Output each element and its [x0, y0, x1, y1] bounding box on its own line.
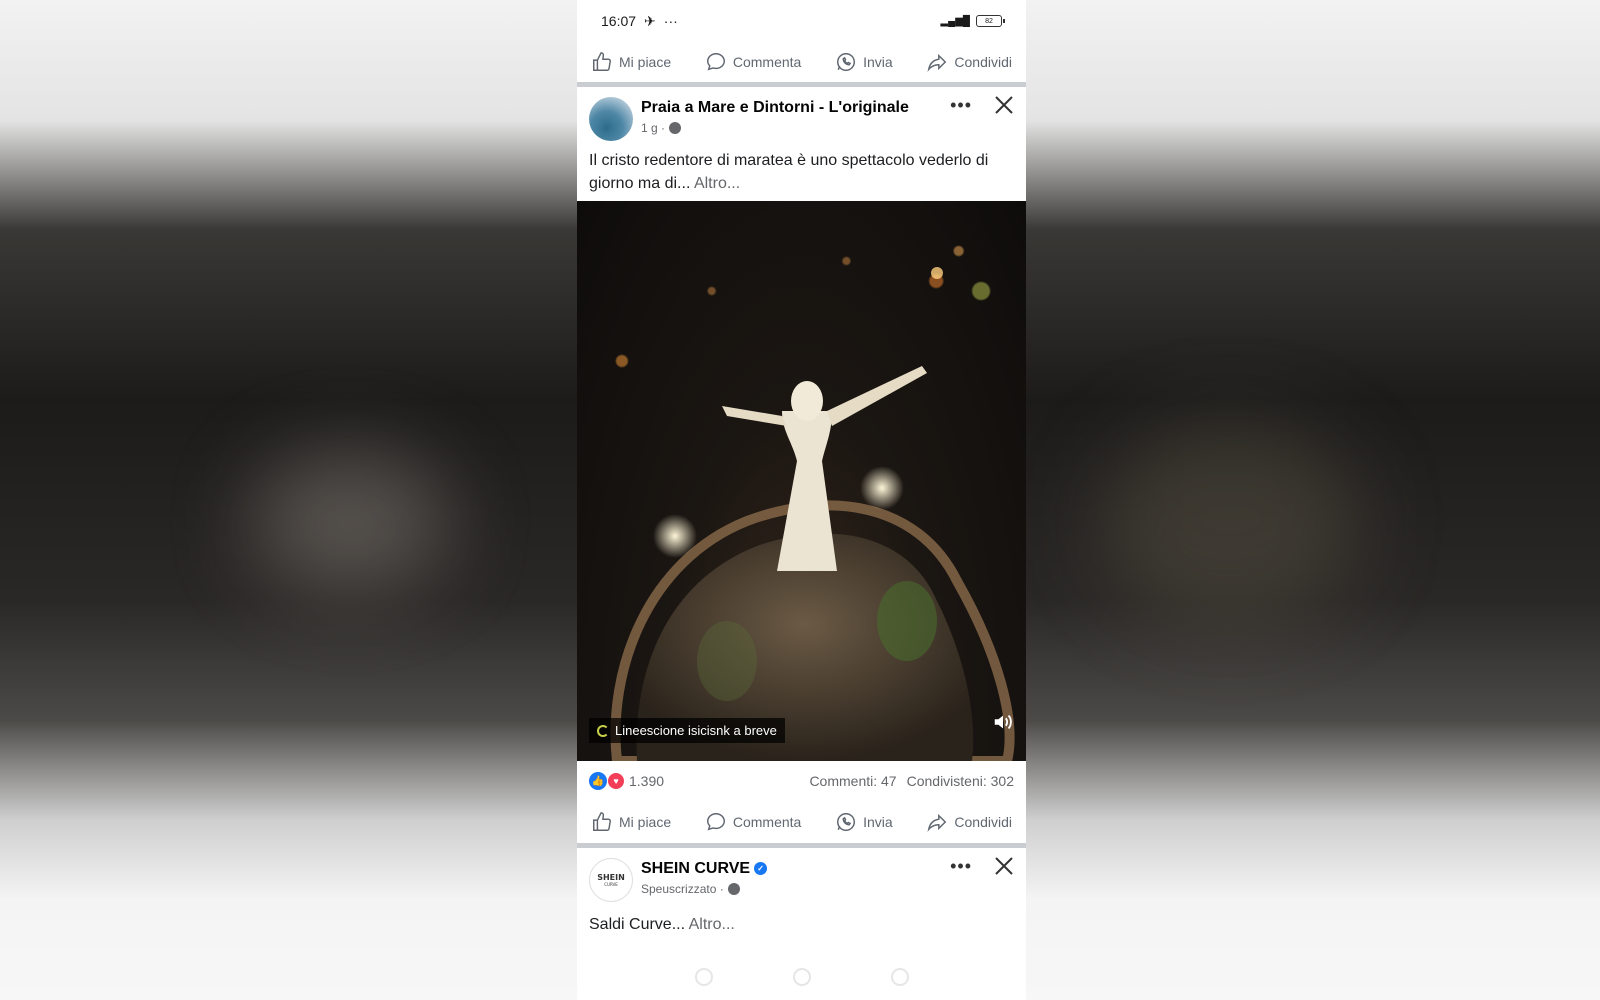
post-video[interactable]: Lineescione isicisnk a breve: [577, 201, 1026, 761]
globe-icon: [727, 883, 740, 895]
action-bar-bottom: Mi piace Commenta Invia Condividi: [577, 801, 1026, 843]
shein-avatar[interactable]: SHEIN CURVE: [589, 858, 633, 902]
comment-button[interactable]: Commenta: [705, 51, 801, 73]
post-text-body: Saldi Curve...: [589, 916, 686, 933]
send-button[interactable]: Invia: [835, 811, 893, 833]
send-label: Invia: [863, 814, 893, 830]
recents-icon[interactable]: [890, 968, 909, 986]
like-label: Mi piace: [619, 54, 672, 70]
share-button[interactable]: Condividi: [926, 51, 1012, 73]
more-dots-icon[interactable]: •••: [950, 96, 972, 114]
see-more-link[interactable]: Altro...: [689, 916, 735, 933]
send-button[interactable]: Invia: [835, 51, 893, 73]
comment-icon: [706, 53, 725, 71]
post-time[interactable]: 1 g ·: [641, 121, 665, 135]
system-nav-bar: [577, 968, 1026, 986]
like-icon: [593, 52, 611, 71]
post-text: Il cristo redentore di maratea è uno spe…: [577, 149, 1026, 201]
love-reaction-icon: ♥: [607, 772, 625, 790]
see-more-link[interactable]: Altro...: [694, 175, 740, 192]
back-icon[interactable]: [694, 968, 713, 986]
post-header: SHEIN CURVE SHEIN CURVE ✓ Speuscrizzato ·…: [577, 848, 1026, 908]
whatsapp-icon: [837, 813, 856, 831]
live-caption-chip: Lineescione isicisnk a breve: [589, 718, 785, 743]
like-reaction-icon: 👍: [589, 772, 607, 790]
verified-icon: ✓: [754, 862, 768, 876]
send-label: Invia: [863, 54, 893, 70]
post-header: Praia a Mare e Dintorni - L'originale 1 …: [577, 87, 1026, 149]
share-icon: [927, 813, 947, 832]
like-button[interactable]: Mi piace: [591, 811, 671, 833]
background-blur: [250, 450, 450, 590]
like-label: Mi piace: [619, 814, 672, 830]
post-author[interactable]: Praia a Mare e Dintorni - L'originale: [641, 99, 909, 117]
close-icon[interactable]: [994, 856, 1014, 876]
like-icon: [593, 812, 611, 831]
page-avatar[interactable]: [589, 97, 633, 141]
notification-icon: ✈: [644, 12, 656, 29]
post-text: Saldi Curve... Altro...: [577, 908, 1026, 934]
reactions-summary[interactable]: 👍 ♥ 1.390: [589, 772, 664, 790]
shein-avatar-sub: CURVE: [604, 882, 618, 887]
share-label: Condividi: [954, 814, 1012, 830]
post-text-body: Il cristo redentore di maratea è uno spe…: [589, 152, 989, 192]
share-label: Condividi: [954, 54, 1012, 70]
shein-avatar-text: SHEIN: [597, 873, 625, 882]
comments-count[interactable]: Commenti: 47: [809, 773, 896, 789]
comment-label: Commenta: [732, 54, 802, 70]
comment-label: Commenta: [732, 814, 802, 830]
reactions-row: 👍 ♥ 1.390 Commenti: 47 Condivisteni: 302: [577, 761, 1026, 801]
status-time: 16:07: [601, 13, 637, 29]
caption-text: Lineescione isicisnk a breve: [615, 723, 777, 738]
volume-icon[interactable]: [992, 711, 1014, 733]
whatsapp-icon: [837, 53, 856, 71]
share-button[interactable]: Condividi: [926, 811, 1012, 833]
share-icon: [927, 53, 947, 72]
home-icon[interactable]: [792, 968, 811, 986]
post-author[interactable]: SHEIN CURVE: [641, 860, 750, 877]
like-button[interactable]: Mi piace: [591, 51, 671, 73]
reactions-count: 1.390: [629, 773, 665, 789]
sponsored-label[interactable]: Speuscrizzato ·: [641, 882, 724, 896]
close-icon[interactable]: [994, 95, 1014, 115]
comment-button[interactable]: Commenta: [705, 811, 801, 833]
status-bar: 16:07 ✈ ··· ▂▄▆█ 82: [577, 0, 1026, 42]
comment-icon: [706, 813, 725, 831]
shares-count[interactable]: Condivisteni: 302: [907, 773, 1014, 789]
signal-icon: ▂▄▆█: [940, 15, 970, 27]
more-dots-icon[interactable]: •••: [950, 857, 972, 875]
globe-icon: [669, 122, 682, 134]
action-bar-top: Mi piace Commenta Invia Condividi: [577, 42, 1026, 82]
battery-icon: 82: [976, 15, 1005, 27]
status-indicators: ···: [663, 13, 678, 29]
loading-spinner-icon: [597, 724, 609, 737]
phone-screen: 16:07 ✈ ··· ▂▄▆█ 82 Mi piace Commenta In…: [577, 0, 1026, 1000]
statue-illustration: [610, 267, 1015, 761]
background-blur: [1100, 420, 1360, 620]
